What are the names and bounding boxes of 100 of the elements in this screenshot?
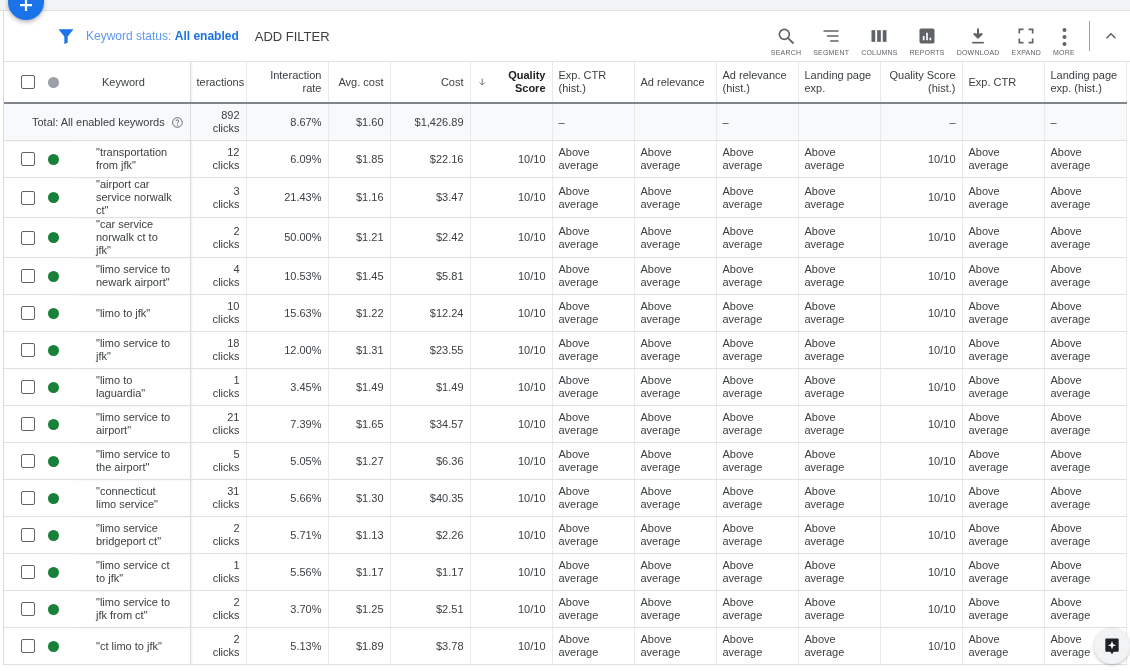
table-cell: 10 clicks: [212, 300, 240, 326]
table-cell: Above average: [558, 448, 599, 474]
table-cell: 10/10: [927, 343, 956, 356]
table-cell: $2.26: [435, 528, 464, 541]
keyword-link[interactable]: "limo service bridgeport ct": [80, 522, 174, 548]
table-cell: Above average: [804, 559, 845, 585]
add-filter-button[interactable]: ADD FILTER: [252, 26, 332, 46]
checkbox[interactable]: [21, 269, 35, 283]
column-header[interactable]: Avg. cost: [334, 75, 384, 89]
table-cell: Above average: [1050, 559, 1091, 585]
table-cell: Above average: [722, 300, 763, 326]
table-cell: $12.24: [429, 306, 464, 319]
table-cell: Above average: [968, 146, 1009, 172]
column-header[interactable]: Exp. CTR (hist.): [558, 69, 628, 95]
table-cell: Above average: [722, 184, 763, 211]
column-header[interactable]: Quality Score: [492, 69, 546, 95]
column-header[interactable]: Ad relevance (hist.): [722, 69, 792, 95]
table-cell: Above average: [1050, 522, 1091, 548]
table-cell: Above average: [1050, 374, 1091, 400]
checkbox[interactable]: [21, 528, 35, 542]
keyword-link[interactable]: "limo service to the airport": [80, 448, 174, 474]
checkbox[interactable]: [21, 639, 35, 653]
checkbox[interactable]: [21, 380, 35, 394]
keyword-link[interactable]: "limo to jfk": [80, 306, 174, 320]
help-icon: [170, 115, 184, 129]
table-cell: Above average: [640, 300, 681, 326]
table-cell: 10/10: [927, 454, 956, 467]
table-cell: Above average: [558, 485, 599, 511]
table-cell: $1.17: [355, 565, 384, 578]
checkbox[interactable]: [21, 75, 35, 89]
column-header[interactable]: Landing page exp. (hist.): [1050, 69, 1120, 95]
table-cell: Above average: [558, 411, 599, 437]
checkbox[interactable]: [21, 565, 35, 579]
keyword-link[interactable]: "limo service to jfk": [80, 337, 174, 363]
table-cell: –: [1050, 115, 1057, 129]
assistant-button[interactable]: [1094, 628, 1130, 664]
checkbox[interactable]: [21, 491, 35, 505]
table-cell: 12.00%: [284, 343, 322, 356]
checkbox[interactable]: [21, 602, 35, 616]
keyword-link[interactable]: "limo service to airport": [80, 411, 174, 437]
table-cell: 10/10: [517, 380, 546, 393]
bar-chart-icon: [917, 26, 938, 46]
checkbox[interactable]: [21, 230, 35, 245]
table-cell: 5 clicks: [212, 448, 240, 474]
table-cell: Above average: [804, 411, 845, 437]
table-cell: 10/10: [927, 306, 956, 319]
table-cell: 10/10: [927, 491, 956, 504]
table-cell: 10/10: [517, 343, 546, 356]
table-cell: 5.66%: [290, 491, 322, 504]
checkbox[interactable]: [21, 343, 35, 357]
keyword-link[interactable]: "limo service to jfk from ct": [80, 596, 174, 622]
table-cell: Above average: [968, 633, 1009, 659]
checkbox[interactable]: [21, 417, 35, 431]
column-header[interactable]: Quality Score (hist.): [886, 69, 956, 95]
table-cell: Above average: [722, 263, 763, 289]
table-cell: Above average: [640, 522, 681, 548]
table-cell: $6.36: [435, 454, 464, 467]
table-cell: Above average: [558, 337, 599, 363]
table-cell: $1.27: [355, 454, 384, 467]
table-cell: Above average: [722, 337, 763, 363]
table-cell: 10/10: [517, 152, 546, 165]
keyword-link[interactable]: "limo service to newark airport": [80, 263, 174, 289]
keyword-link[interactable]: "transportation from jfk": [80, 146, 174, 172]
column-header[interactable]: Cost: [396, 75, 464, 89]
table-cell: Above average: [968, 411, 1009, 437]
keyword-link[interactable]: "airport car service norwalk ct": [80, 178, 174, 217]
column-header[interactable]: Keyword: [80, 75, 180, 89]
table-cell: Above average: [804, 596, 845, 622]
checkbox[interactable]: [21, 454, 35, 468]
checkbox[interactable]: [21, 190, 35, 205]
filter-chip[interactable]: Keyword status: All enabled: [86, 29, 239, 43]
table-cell: $34.57: [429, 417, 464, 430]
keyword-link[interactable]: "connecticut limo service": [80, 485, 174, 511]
keyword-link[interactable]: "limo service ct to jfk": [80, 559, 174, 585]
table-cell: 10/10: [517, 528, 546, 541]
table-cell: 10.53%: [284, 269, 322, 282]
keyword-link[interactable]: "ct limo to jfk": [80, 639, 174, 653]
keyword-link[interactable]: "limo to laguardia": [80, 374, 174, 400]
checkbox[interactable]: [21, 152, 35, 166]
table-cell: Above average: [558, 224, 599, 251]
column-header[interactable]: Ad relevance: [640, 75, 710, 89]
table-cell: –: [722, 115, 729, 129]
table-cell: Above average: [640, 411, 681, 437]
column-header[interactable]: Exp. CTR: [968, 75, 1038, 89]
keyword-link[interactable]: "car service norwalk ct to jfk": [80, 218, 174, 257]
table-cell: 8.67%: [290, 115, 322, 128]
table-cell: Above average: [804, 485, 845, 511]
column-header[interactable]: Interaction rate: [252, 69, 322, 95]
table-cell: 12 clicks: [212, 146, 240, 172]
table-cell: $1.45: [355, 269, 384, 282]
table-cell: 1 clicks: [212, 559, 240, 585]
column-header[interactable]: Landing page exp.: [804, 69, 874, 95]
plus-icon: [17, 0, 35, 14]
checkbox[interactable]: [21, 306, 35, 320]
table-cell: Above average: [1050, 337, 1091, 363]
table-cell: $1.22: [355, 306, 384, 319]
table-cell: 10/10: [517, 639, 546, 652]
table-cell: 10/10: [927, 380, 956, 393]
table-cell: $40.35: [429, 491, 464, 504]
table-cell: Above average: [804, 224, 845, 251]
